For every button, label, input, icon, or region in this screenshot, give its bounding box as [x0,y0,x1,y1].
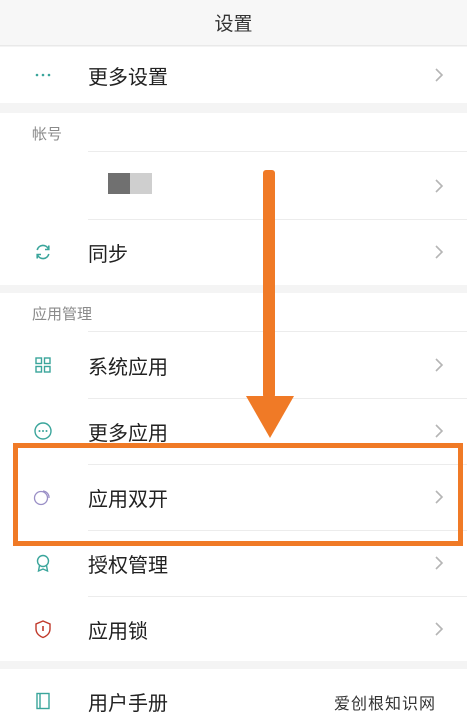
chevron-right-icon [432,422,446,440]
app-management-section-title: 应用管理 [32,305,93,323]
grid-icon [33,355,53,375]
badge-icon [33,553,53,573]
page-header: 设置 [0,0,467,46]
shield-icon [33,619,53,639]
avatar [108,173,130,194]
account-section-title: 帐号 [32,125,63,143]
more-settings-row[interactable]: 更多设置 [0,42,467,108]
chevron-right-icon [432,356,446,374]
page-title: 设置 [214,13,253,35]
system-apps-label: 系统应用 [88,354,168,379]
app-lock-row[interactable]: 应用锁 [0,596,467,662]
more-settings-label: 更多设置 [88,64,168,89]
highlight-box [13,443,463,546]
sync-label: 同步 [88,241,128,266]
annotation-arrow [246,170,294,438]
system-apps-row[interactable]: 系统应用 [0,332,467,398]
chevron-right-icon [432,620,446,638]
account-card: 帐号 同步 [0,113,467,285]
book-icon [33,691,53,711]
chevron-right-icon [432,554,446,572]
sync-row[interactable]: 同步 [0,219,467,285]
more-apps-label: 更多应用 [88,420,168,445]
ellipsis-circle-icon [33,421,53,441]
permissions-label: 授权管理 [88,552,168,577]
chevron-right-icon [432,243,446,261]
app-lock-label: 应用锁 [88,618,148,643]
user-manual-label: 用户手册 [88,690,168,715]
chevron-right-icon [432,66,446,84]
avatar [130,173,152,194]
sync-icon [33,242,53,262]
watermark-text: 爱创根知识网 [334,694,437,713]
account-row[interactable] [0,153,467,219]
divider [88,151,467,152]
chevron-right-icon [432,177,446,195]
more-settings-card: 更多设置 [0,47,467,103]
dots-icon [33,65,53,85]
